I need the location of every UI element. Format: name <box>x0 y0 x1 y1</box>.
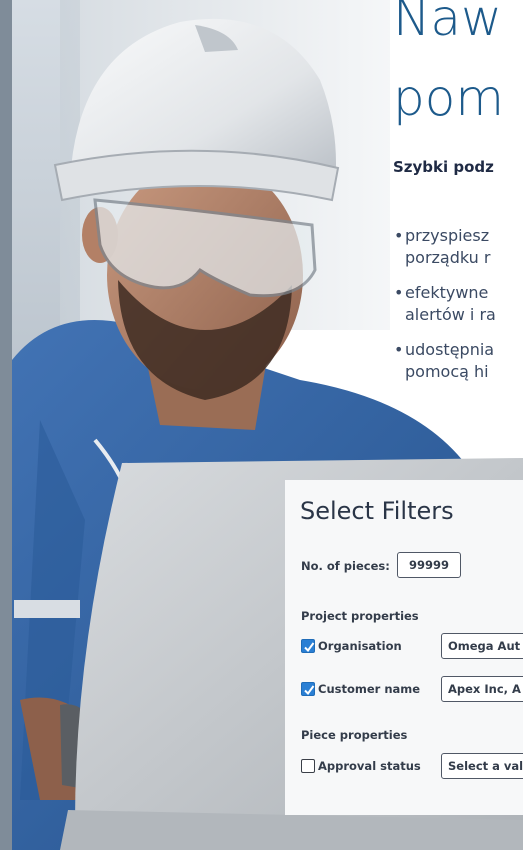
feature-item: udostępnia pomocą hi <box>393 339 496 383</box>
approval-status-checkbox[interactable] <box>301 759 315 773</box>
customer-name-label: Customer name <box>318 682 421 696</box>
headline-line-2: pom <box>393 69 505 127</box>
organisation-select[interactable]: Omega Aut <box>441 633 523 659</box>
project-properties-heading: Project properties <box>301 609 419 623</box>
feature-item-line: alertów i ra <box>405 305 496 324</box>
feature-item-line: efektywne <box>405 283 489 302</box>
feature-item: przyspiesz porządku r <box>393 225 496 269</box>
approval-status-label: Approval status <box>318 759 421 773</box>
feature-list: przyspiesz porządku r efektywne alertów … <box>393 225 496 396</box>
headline-line-1: Naw <box>393 0 502 47</box>
pieces-count-input[interactable]: 99999 <box>397 552 461 578</box>
customer-name-checkbox[interactable] <box>301 682 315 696</box>
feature-item-line: porządku r <box>405 248 491 267</box>
filters-panel-title: Select Filters <box>300 497 454 525</box>
feature-item-line: udostępnia <box>405 340 495 359</box>
customer-name-select[interactable]: Apex Inc, A <box>441 676 523 702</box>
feature-item-line: przyspiesz <box>405 226 490 245</box>
pieces-label: No. of pieces: <box>301 559 390 573</box>
approval-status-select[interactable]: Select a val <box>441 753 523 779</box>
checkbox-checked-icon <box>304 685 315 696</box>
piece-properties-heading: Piece properties <box>301 728 408 742</box>
organisation-checkbox[interactable] <box>301 639 315 653</box>
checkbox-checked-icon <box>304 642 315 653</box>
subheading: Szybki podz <box>393 158 494 176</box>
feature-item-line: pomocą hi <box>405 362 489 381</box>
organisation-label: Organisation <box>318 639 402 653</box>
feature-item: efektywne alertów i ra <box>393 282 496 326</box>
